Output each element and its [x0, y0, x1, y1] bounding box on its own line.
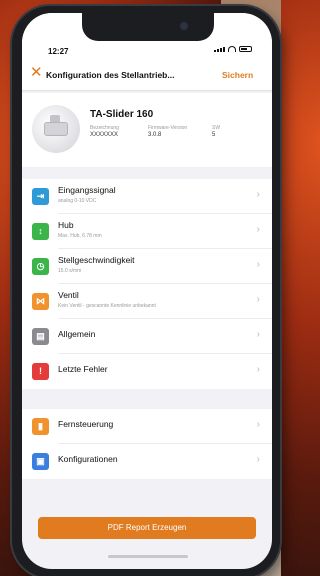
stroke-icon: ↕ [32, 223, 49, 240]
sw-label: SW [212, 125, 221, 131]
general-icon: ▤ [32, 328, 49, 345]
menu-item-label: Eingangssignal [58, 185, 116, 195]
home-indicator [108, 555, 188, 558]
input-signal-icon: ⇥ [32, 188, 49, 205]
menu-item-ventil[interactable]: ⋈ Ventil Kein Ventil - gescannte Kennlin… [22, 284, 272, 319]
menu-item-hub[interactable]: ↕ Hub Max. Hub, 6.78 mm › [22, 214, 272, 249]
phone-screen: 12:27 ✕ Konfiguration des Stellantrieb..… [22, 13, 272, 569]
chevron-right-icon: › [256, 364, 260, 375]
wifi-icon [228, 46, 236, 52]
status-time: 12:27 [48, 47, 69, 56]
menu-item-letzte-fehler[interactable]: ! Letzte Fehler › [22, 354, 272, 389]
menu-item-label: Stellgeschwindigkeit [58, 255, 135, 265]
settings-section: ⇥ Eingangssignal analog 0-10 VDC › ↕ Hub… [22, 179, 272, 389]
page-title: Konfiguration des Stellantrieb... [46, 70, 175, 80]
chevron-right-icon: › [256, 294, 260, 305]
menu-item-label: Konfigurationen [58, 454, 118, 464]
camera-icon [180, 22, 188, 30]
designation-value: XXXXXXX [90, 132, 119, 138]
menu-item-konfigurationen[interactable]: ▣ Konfigurationen › [22, 444, 272, 479]
error-icon: ! [32, 363, 49, 380]
designation-label: Bezeichnung [90, 125, 119, 131]
menu-item-sublabel: 15.0 s/mm [58, 268, 82, 274]
menu-item-label: Hub [58, 220, 74, 230]
menu-item-label: Allgemein [58, 329, 96, 339]
menu-item-sublabel: analog 0-10 VDC [58, 198, 97, 204]
speed-icon: ◷ [32, 258, 49, 275]
save-button[interactable]: Sichern [222, 70, 253, 80]
menu-item-label: Letzte Fehler [58, 364, 108, 374]
device-image [32, 105, 80, 153]
notch [82, 13, 214, 41]
valve-icon: ⋈ [32, 293, 49, 310]
menu-item-stellgeschwindigkeit[interactable]: ◷ Stellgeschwindigkeit 15.0 s/mm › [22, 249, 272, 284]
menu-item-eingangssignal[interactable]: ⇥ Eingangssignal analog 0-10 VDC › [22, 179, 272, 214]
tools-section: ▮ Fernsteuerung › ▣ Konfigurationen › [22, 409, 272, 479]
chevron-right-icon: › [256, 259, 260, 270]
remote-control-icon: ▮ [32, 418, 49, 435]
device-name: TA-Slider 160 [90, 109, 154, 120]
firmware-label: Firmware-Version [148, 125, 188, 131]
menu-item-label: Fernsteuerung [58, 419, 114, 429]
device-card: TA-Slider 160 Bezeichnung XXXXXXX Firmwa… [22, 93, 272, 167]
battery-icon [239, 46, 252, 52]
menu-item-sublabel: Max. Hub, 6.78 mm [58, 233, 102, 239]
chevron-right-icon: › [256, 224, 260, 235]
nav-bar: ✕ Konfiguration des Stellantrieb... Sich… [22, 57, 272, 91]
menu-item-fernsteuerung[interactable]: ▮ Fernsteuerung › [22, 409, 272, 444]
chevron-right-icon: › [256, 419, 260, 430]
pdf-report-button[interactable]: PDF Report Erzeugen [38, 517, 256, 539]
chevron-right-icon: › [256, 189, 260, 200]
signal-icon [214, 47, 225, 52]
menu-item-sublabel: Kein Ventil - gescannte Kennlinie unbeka… [58, 303, 156, 309]
firmware-value: 3.0.8 [148, 132, 162, 138]
sw-value: 5 [212, 132, 216, 138]
status-icons [214, 46, 252, 52]
configurations-icon: ▣ [32, 453, 49, 470]
chevron-right-icon: › [256, 454, 260, 465]
chevron-right-icon: › [256, 329, 260, 340]
close-icon[interactable]: ✕ [30, 65, 43, 81]
menu-item-label: Ventil [58, 290, 79, 300]
menu-item-allgemein[interactable]: ▤ Allgemein › [22, 319, 272, 354]
